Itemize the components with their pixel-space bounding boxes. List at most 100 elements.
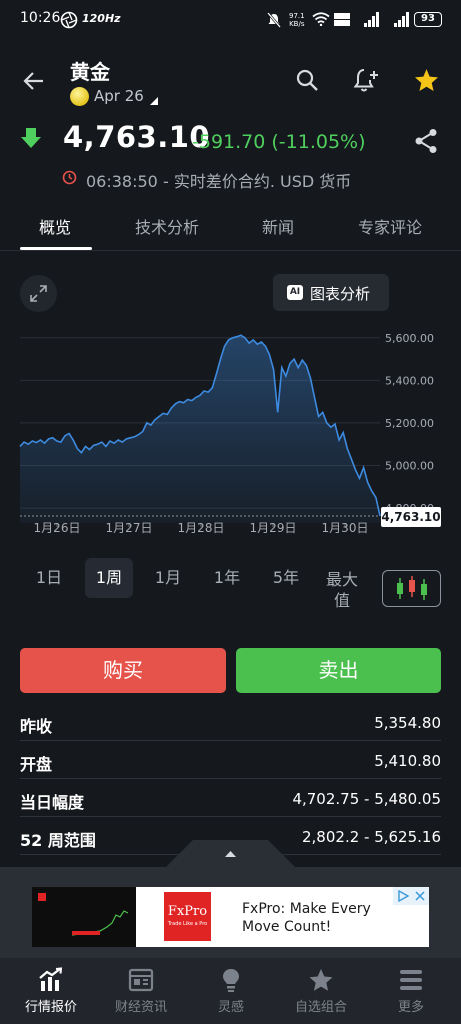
- status-bar: 10:26 120Hz 97.1 KB/s 93: [0, 0, 461, 40]
- nav-inspiration[interactable]: 灵感: [185, 958, 277, 1024]
- stat-value: 5,354.80: [374, 714, 441, 732]
- bell-muted-icon: [267, 12, 281, 28]
- ad-chart-image: [38, 893, 129, 936]
- app-screen: 10:26 120Hz 97.1 KB/s 93 黄金 Apr 26 4,763…: [0, 0, 461, 1024]
- tab-technical[interactable]: 技术分析: [135, 214, 199, 238]
- period-max[interactable]: 最大值: [322, 569, 362, 611]
- clock-icon: [62, 170, 77, 185]
- lightbulb-icon: [223, 967, 244, 992]
- period-1y[interactable]: 1年: [203, 558, 251, 598]
- y-tick-label: 5,200.00: [385, 417, 434, 430]
- buy-button[interactable]: 购买: [20, 648, 226, 693]
- share-icon[interactable]: [414, 128, 438, 154]
- period-1m[interactable]: 1月: [144, 558, 192, 598]
- ad-thumbnail: [32, 887, 136, 947]
- stat-label: 开盘: [20, 755, 53, 774]
- last-value-label: 4,763.10: [381, 510, 440, 524]
- stat-value: 4,702.75 - 5,480.05: [292, 790, 441, 808]
- nav-more[interactable]: 更多: [365, 958, 457, 1024]
- dropdown-corner-icon[interactable]: [150, 97, 158, 105]
- stat-row-day-range: 当日幅度 4,702.75 - 5,480.05: [20, 779, 441, 817]
- star-icon: [309, 969, 333, 991]
- ad-choices-button[interactable]: [393, 887, 429, 905]
- nav-label: 行情报价: [24, 1000, 77, 1015]
- chart-up-icon: [39, 967, 63, 991]
- battery-indicator: 93: [414, 12, 442, 27]
- hd-icon: [334, 13, 350, 26]
- period-5y[interactable]: 5年: [262, 558, 310, 598]
- ad-tagline: Trade Like a Pro: [167, 921, 208, 927]
- period-1w[interactable]: 1周: [85, 558, 133, 598]
- star-icon[interactable]: [414, 68, 439, 92]
- tab-expert[interactable]: 专家评论: [358, 214, 422, 238]
- stat-row-prev-close: 昨收 5,354.80: [20, 703, 441, 741]
- ad-brand: FxPro: [167, 904, 208, 919]
- ad-text: FxPro: Make Every Move Count!: [242, 901, 371, 935]
- close-icon: [415, 891, 425, 901]
- x-tick-label: 1月30日: [322, 521, 369, 535]
- nav-label: 更多: [397, 1000, 424, 1015]
- y-tick-label: 5,400.00: [385, 374, 434, 387]
- nav-news[interactable]: 财经资讯: [95, 958, 187, 1024]
- fxpro-logo: FxPro Trade Like a Pro: [164, 892, 211, 941]
- current-price: 4,763.10: [63, 120, 211, 154]
- ad-banner[interactable]: FxPro Trade Like a Pro FxPro: Make Every…: [32, 887, 429, 947]
- stat-value: 2,802.2 - 5,625.16: [302, 828, 441, 846]
- nav-quotes[interactable]: 行情报价: [5, 958, 97, 1024]
- x-tick-label: 1月27日: [106, 521, 153, 535]
- network-speed: 97.1 KB/s: [289, 12, 305, 28]
- sell-button[interactable]: 卖出: [236, 648, 441, 693]
- x-tick-label: 1月28日: [178, 521, 225, 535]
- nav-label: 自选组合: [294, 1000, 347, 1015]
- signal-4g-icon: [364, 12, 379, 27]
- stat-row-open: 开盘 5,410.80: [20, 741, 441, 779]
- ad-choices-icon: [398, 890, 409, 902]
- wifi-icon: [312, 12, 330, 26]
- signal-5g-icon: [394, 12, 409, 27]
- quote-description: - 实时差价合约. USD 货币: [162, 172, 352, 191]
- stat-label: 当日幅度: [20, 793, 85, 812]
- expand-icon: [30, 285, 47, 302]
- candlestick-icon: [397, 576, 427, 600]
- quote-time: 06:38:50: [86, 172, 158, 191]
- candlestick-toggle-button[interactable]: [382, 570, 441, 607]
- price-change: -591.70 (-11.05%): [192, 131, 366, 153]
- nav-watchlist[interactable]: 自选组合: [275, 958, 367, 1024]
- search-icon[interactable]: [295, 68, 319, 92]
- chart-analysis-label: 图表分析: [310, 285, 371, 303]
- chart-area: [20, 335, 380, 523]
- contract-date: Apr 26: [94, 87, 144, 105]
- menu-icon: [400, 970, 422, 990]
- stat-label: 52 周范围: [20, 831, 96, 850]
- refresh-rate: 120Hz: [82, 12, 121, 25]
- arrow-down-icon: [21, 128, 41, 148]
- arrow-left-icon[interactable]: [22, 69, 46, 93]
- period-1d[interactable]: 1日: [25, 558, 73, 598]
- y-tick-label: 5,600.00: [385, 332, 434, 345]
- tab-news[interactable]: 新闻: [262, 214, 294, 238]
- bottom-nav: 行情报价 财经资讯 灵感 自选组合 更多: [0, 958, 461, 1024]
- aperture-icon: [60, 11, 78, 29]
- price-chart[interactable]: 5,600.005,400.005,200.005,000.004,800.00…: [0, 325, 461, 545]
- status-time: 10:26: [20, 10, 61, 26]
- gold-coin-icon: [70, 87, 89, 106]
- bell-plus-icon[interactable]: [353, 67, 380, 94]
- y-tick-label: 5,000.00: [385, 460, 434, 473]
- ad-banner-container: FxPro Trade Like a Pro FxPro: Make Every…: [0, 867, 461, 958]
- newspaper-icon: [128, 968, 154, 992]
- network-speed-value: 97.1: [289, 12, 305, 20]
- tab-divider: [0, 250, 461, 251]
- sheet-handle[interactable]: [165, 840, 296, 868]
- nav-label: 财经资讯: [114, 1000, 167, 1015]
- stat-value: 5,410.80: [374, 752, 441, 770]
- page-title: 黄金: [70, 60, 110, 84]
- expand-chart-button[interactable]: [20, 275, 57, 312]
- stat-label: 昨收: [20, 717, 53, 736]
- chart-analysis-button[interactable]: AI 图表分析: [273, 274, 389, 311]
- x-tick-label: 1月29日: [250, 521, 297, 535]
- quote-info: 06:38:50 - 实时差价合约. USD 货币: [86, 168, 351, 192]
- network-speed-unit: KB/s: [289, 20, 305, 28]
- nav-label: 灵感: [217, 1000, 244, 1015]
- x-tick-label: 1月26日: [34, 521, 81, 535]
- tab-overview[interactable]: 概览: [39, 214, 71, 238]
